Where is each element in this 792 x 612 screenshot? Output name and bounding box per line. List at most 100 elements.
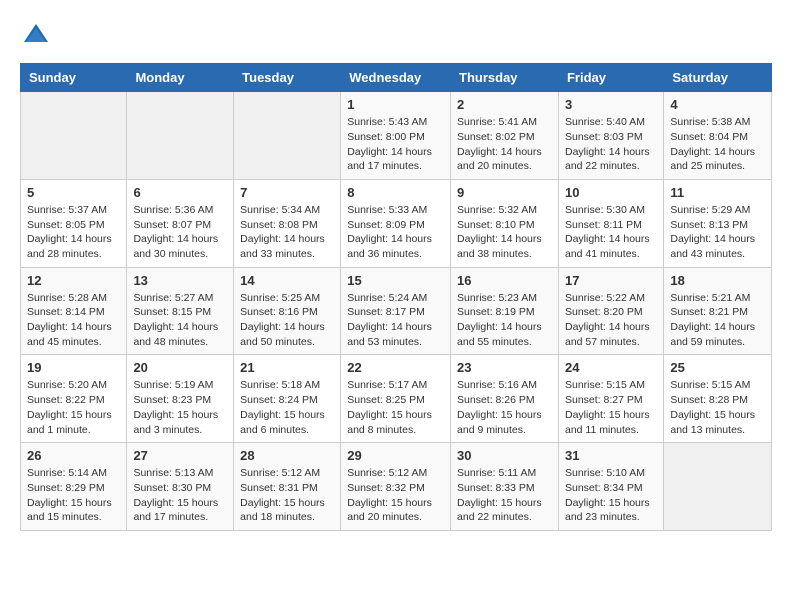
day-number: 10 bbox=[565, 185, 657, 200]
day-number: 21 bbox=[240, 360, 334, 375]
day-sun-info: Sunrise: 5:17 AM Sunset: 8:25 PM Dayligh… bbox=[347, 378, 444, 437]
calendar-day-15: 15 Sunrise: 5:24 AM Sunset: 8:17 PM Dayli… bbox=[341, 267, 451, 355]
calendar-day-9: 9 Sunrise: 5:32 AM Sunset: 8:10 PM Daylig… bbox=[451, 179, 559, 267]
day-sun-info: Sunrise: 5:33 AM Sunset: 8:09 PM Dayligh… bbox=[347, 203, 444, 262]
day-sun-info: Sunrise: 5:10 AM Sunset: 8:34 PM Dayligh… bbox=[565, 466, 657, 525]
calendar-day-12: 12 Sunrise: 5:28 AM Sunset: 8:14 PM Dayli… bbox=[21, 267, 127, 355]
day-sun-info: Sunrise: 5:24 AM Sunset: 8:17 PM Dayligh… bbox=[347, 291, 444, 350]
day-number: 11 bbox=[670, 185, 765, 200]
calendar-day-30: 30Sunrise: 5:11 AM Sunset: 8:33 PM Dayli… bbox=[451, 443, 559, 531]
calendar-day-11: 11 Sunrise: 5:29 AM Sunset: 8:13 PM Dayli… bbox=[664, 179, 772, 267]
day-sun-info: Sunrise: 5:27 AM Sunset: 8:15 PM Dayligh… bbox=[133, 291, 227, 350]
day-number: 26 bbox=[27, 448, 120, 463]
day-sun-info: Sunrise: 5:30 AM Sunset: 8:11 PM Dayligh… bbox=[565, 203, 657, 262]
day-number: 22 bbox=[347, 360, 444, 375]
calendar-empty-cell bbox=[664, 443, 772, 531]
day-number: 23 bbox=[457, 360, 552, 375]
calendar-day-31: 31 Sunrise: 5:10 AM Sunset: 8:34 PM Dayli… bbox=[558, 443, 663, 531]
calendar-week-row: 19 Sunrise: 5:20 AM Sunset: 8:22 PM Dayli… bbox=[21, 355, 772, 443]
calendar-day-18: 18 Sunrise: 5:21 AM Sunset: 8:21 PM Dayli… bbox=[664, 267, 772, 355]
day-sun-info: Sunrise: 5:38 AM Sunset: 8:04 PM Dayligh… bbox=[670, 115, 765, 174]
calendar-week-row: 1 Sunrise: 5:43 AM Sunset: 8:00 PM Daylig… bbox=[21, 92, 772, 180]
calendar-empty-cell bbox=[234, 92, 341, 180]
day-of-week-saturday: Saturday bbox=[664, 64, 772, 92]
day-number: 31 bbox=[565, 448, 657, 463]
day-number: 3 bbox=[565, 97, 657, 112]
day-number: 24 bbox=[565, 360, 657, 375]
calendar-empty-cell bbox=[21, 92, 127, 180]
calendar-day-23: 23 Sunrise: 5:16 AM Sunset: 8:26 PM Dayli… bbox=[451, 355, 559, 443]
calendar-header-row: SundayMondayTuesdayWednesdayThursdayFrid… bbox=[21, 64, 772, 92]
day-number: 15 bbox=[347, 273, 444, 288]
calendar-day-4: 4 Sunrise: 5:38 AM Sunset: 8:04 PM Daylig… bbox=[664, 92, 772, 180]
day-sun-info: Sunrise: 5:29 AM Sunset: 8:13 PM Dayligh… bbox=[670, 203, 765, 262]
day-sun-info: Sunrise: 5:36 AM Sunset: 8:07 PM Dayligh… bbox=[133, 203, 227, 262]
day-number: 14 bbox=[240, 273, 334, 288]
day-number: 1 bbox=[347, 97, 444, 112]
day-of-week-thursday: Thursday bbox=[451, 64, 559, 92]
day-sun-info: Sunrise: 5:21 AM Sunset: 8:21 PM Dayligh… bbox=[670, 291, 765, 350]
day-number: 27 bbox=[133, 448, 227, 463]
day-sun-info: Sunrise: 5:12 AM Sunset: 8:31 PM Dayligh… bbox=[240, 466, 334, 525]
day-number: 12 bbox=[27, 273, 120, 288]
calendar-day-7: 7Sunrise: 5:34 AM Sunset: 8:08 PM Daylig… bbox=[234, 179, 341, 267]
day-sun-info: Sunrise: 5:25 AM Sunset: 8:16 PM Dayligh… bbox=[240, 291, 334, 350]
calendar-day-16: 16 Sunrise: 5:23 AM Sunset: 8:19 PM Dayli… bbox=[451, 267, 559, 355]
calendar-day-3: 3 Sunrise: 5:40 AM Sunset: 8:03 PM Daylig… bbox=[558, 92, 663, 180]
day-number: 18 bbox=[670, 273, 765, 288]
day-sun-info: Sunrise: 5:22 AM Sunset: 8:20 PM Dayligh… bbox=[565, 291, 657, 350]
day-sun-info: Sunrise: 5:18 AM Sunset: 8:24 PM Dayligh… bbox=[240, 378, 334, 437]
calendar-day-22: 22 Sunrise: 5:17 AM Sunset: 8:25 PM Dayli… bbox=[341, 355, 451, 443]
day-sun-info: Sunrise: 5:20 AM Sunset: 8:22 PM Dayligh… bbox=[27, 378, 120, 437]
calendar-week-row: 12 Sunrise: 5:28 AM Sunset: 8:14 PM Dayli… bbox=[21, 267, 772, 355]
day-sun-info: Sunrise: 5:40 AM Sunset: 8:03 PM Dayligh… bbox=[565, 115, 657, 174]
day-number: 20 bbox=[133, 360, 227, 375]
logo bbox=[20, 20, 50, 53]
day-number: 30 bbox=[457, 448, 552, 463]
day-sun-info: Sunrise: 5:12 AM Sunset: 8:32 PM Dayligh… bbox=[347, 466, 444, 525]
calendar-day-5: 5 Sunrise: 5:37 AM Sunset: 8:05 PM Daylig… bbox=[21, 179, 127, 267]
calendar-day-1: 1 Sunrise: 5:43 AM Sunset: 8:00 PM Daylig… bbox=[341, 92, 451, 180]
day-sun-info: Sunrise: 5:15 AM Sunset: 8:27 PM Dayligh… bbox=[565, 378, 657, 437]
calendar-day-29: 29Sunrise: 5:12 AM Sunset: 8:32 PM Dayli… bbox=[341, 443, 451, 531]
calendar-day-6: 6 Sunrise: 5:36 AM Sunset: 8:07 PM Daylig… bbox=[127, 179, 234, 267]
day-sun-info: Sunrise: 5:41 AM Sunset: 8:02 PM Dayligh… bbox=[457, 115, 552, 174]
calendar-day-19: 19 Sunrise: 5:20 AM Sunset: 8:22 PM Dayli… bbox=[21, 355, 127, 443]
calendar-day-21: 21 Sunrise: 5:18 AM Sunset: 8:24 PM Dayli… bbox=[234, 355, 341, 443]
calendar-empty-cell bbox=[127, 92, 234, 180]
calendar-day-8: 8Sunrise: 5:33 AM Sunset: 8:09 PM Daylig… bbox=[341, 179, 451, 267]
logo-icon bbox=[22, 20, 50, 48]
calendar-day-10: 10 Sunrise: 5:30 AM Sunset: 8:11 PM Dayli… bbox=[558, 179, 663, 267]
calendar-day-25: 25 Sunrise: 5:15 AM Sunset: 8:28 PM Dayli… bbox=[664, 355, 772, 443]
day-sun-info: Sunrise: 5:15 AM Sunset: 8:28 PM Dayligh… bbox=[670, 378, 765, 437]
day-number: 9 bbox=[457, 185, 552, 200]
calendar-day-24: 24 Sunrise: 5:15 AM Sunset: 8:27 PM Dayli… bbox=[558, 355, 663, 443]
day-sun-info: Sunrise: 5:32 AM Sunset: 8:10 PM Dayligh… bbox=[457, 203, 552, 262]
calendar-day-26: 26Sunrise: 5:14 AM Sunset: 8:29 PM Dayli… bbox=[21, 443, 127, 531]
calendar-day-20: 20Sunrise: 5:19 AM Sunset: 8:23 PM Dayli… bbox=[127, 355, 234, 443]
day-sun-info: Sunrise: 5:23 AM Sunset: 8:19 PM Dayligh… bbox=[457, 291, 552, 350]
calendar-day-2: 2 Sunrise: 5:41 AM Sunset: 8:02 PM Daylig… bbox=[451, 92, 559, 180]
calendar-day-28: 28 Sunrise: 5:12 AM Sunset: 8:31 PM Dayli… bbox=[234, 443, 341, 531]
calendar-day-14: 14 Sunrise: 5:25 AM Sunset: 8:16 PM Dayli… bbox=[234, 267, 341, 355]
day-of-week-friday: Friday bbox=[558, 64, 663, 92]
day-sun-info: Sunrise: 5:28 AM Sunset: 8:14 PM Dayligh… bbox=[27, 291, 120, 350]
day-number: 16 bbox=[457, 273, 552, 288]
day-number: 5 bbox=[27, 185, 120, 200]
day-sun-info: Sunrise: 5:43 AM Sunset: 8:00 PM Dayligh… bbox=[347, 115, 444, 174]
day-number: 6 bbox=[133, 185, 227, 200]
day-number: 4 bbox=[670, 97, 765, 112]
day-sun-info: Sunrise: 5:16 AM Sunset: 8:26 PM Dayligh… bbox=[457, 378, 552, 437]
day-number: 2 bbox=[457, 97, 552, 112]
day-sun-info: Sunrise: 5:13 AM Sunset: 8:30 PM Dayligh… bbox=[133, 466, 227, 525]
day-of-week-sunday: Sunday bbox=[21, 64, 127, 92]
calendar-day-27: 27 Sunrise: 5:13 AM Sunset: 8:30 PM Dayli… bbox=[127, 443, 234, 531]
calendar-table: SundayMondayTuesdayWednesdayThursdayFrid… bbox=[20, 63, 772, 531]
day-number: 13 bbox=[133, 273, 227, 288]
day-sun-info: Sunrise: 5:37 AM Sunset: 8:05 PM Dayligh… bbox=[27, 203, 120, 262]
calendar-week-row: 26Sunrise: 5:14 AM Sunset: 8:29 PM Dayli… bbox=[21, 443, 772, 531]
day-number: 28 bbox=[240, 448, 334, 463]
calendar-day-13: 13 Sunrise: 5:27 AM Sunset: 8:15 PM Dayli… bbox=[127, 267, 234, 355]
day-number: 19 bbox=[27, 360, 120, 375]
day-number: 25 bbox=[670, 360, 765, 375]
